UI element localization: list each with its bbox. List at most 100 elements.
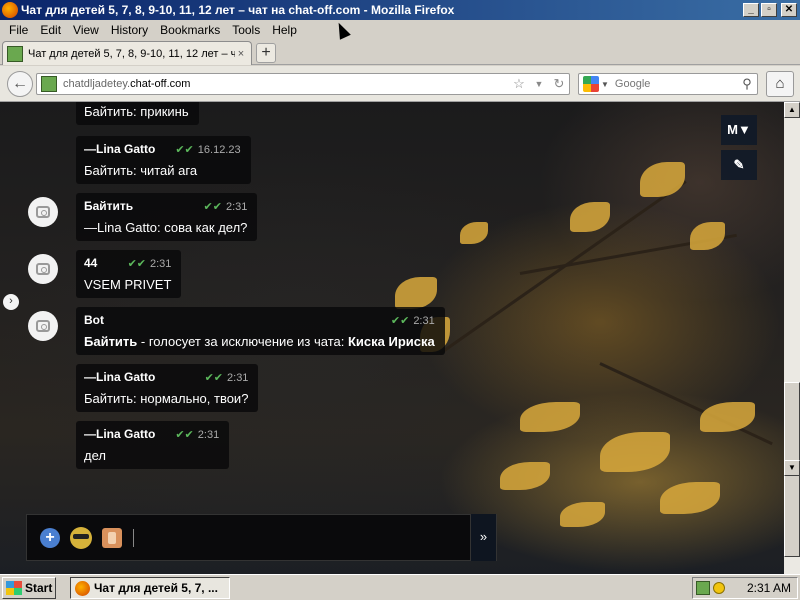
firefox-icon (75, 580, 90, 596)
start-label: Start (25, 581, 53, 595)
firefox-icon (2, 2, 18, 18)
background-leaf (395, 277, 437, 309)
tab-close-icon[interactable]: × (235, 48, 247, 60)
url-dropdown-icon[interactable]: ▼ (529, 79, 549, 89)
message-text: дел (84, 448, 106, 463)
taskbar-task-label: Чат для детей 5, 7, ... (94, 581, 218, 595)
message-author[interactable]: 44 (84, 256, 97, 270)
message-bubble: Байтить ✔✔ 2:31 —Lina Gatto: сова как дел? (76, 193, 258, 241)
menu-history[interactable]: History (105, 23, 154, 37)
message-composer: + » (26, 514, 497, 561)
message-bubble: Байтить: прикинь (76, 102, 199, 125)
avatar[interactable] (28, 197, 58, 227)
message-author[interactable]: —Lina Gatto (84, 370, 155, 384)
private-message-icon[interactable] (102, 527, 122, 548)
message-time: 2:31 (227, 371, 249, 384)
minimize-button[interactable]: _ (743, 3, 759, 17)
url-domain: chat-off.com (130, 78, 191, 90)
background-leaf (520, 402, 580, 432)
vertical-scrollbar[interactable]: ▲ ▼ (784, 102, 800, 574)
menu-edit[interactable]: Edit (34, 23, 67, 37)
navigation-bar: ← chatdljadetey.chat-off.com ☆ ▼ ↻ ▼ ⚲ ⌂ (0, 66, 800, 102)
chat-message: 44 ✔✔ 2:31 VSEM PRIVET (28, 250, 182, 298)
avatar[interactable] (28, 311, 58, 341)
start-button[interactable]: Start (2, 577, 56, 599)
message-time: 2:31 (413, 314, 435, 327)
menu-help[interactable]: Help (266, 23, 303, 37)
search-input[interactable] (614, 78, 737, 90)
avatar-placeholder (28, 421, 58, 469)
background-leaf (560, 502, 605, 527)
delivered-check-icon: ✔✔ (175, 428, 194, 441)
message-author[interactable]: Байтить (84, 199, 133, 213)
background-leaf (640, 162, 685, 197)
clock: 2:31 AM (746, 581, 791, 595)
message-bubble: —Lina Gatto ✔✔ 2:31 Байтить: нормально, тв… (76, 364, 259, 412)
scroll-down-button[interactable]: ▼ (784, 460, 800, 476)
expand-sidebar-button[interactable]: › (3, 294, 19, 310)
tray-app-icon[interactable] (712, 582, 725, 594)
home-button[interactable]: ⌂ (766, 71, 794, 97)
menu-bar: File Edit View History Bookmarks Tools H… (0, 20, 800, 39)
url-prefix: chatdljadetey. (63, 78, 131, 90)
menu-bookmarks[interactable]: Bookmarks (154, 23, 226, 37)
background-leaf (660, 482, 720, 514)
bookmark-star-icon[interactable]: ☆ (509, 76, 529, 92)
message-author[interactable]: —Lina Gatto (84, 427, 155, 441)
message-text: Байтить - голосует за исключение из чата… (84, 334, 435, 349)
google-engine-icon[interactable] (583, 76, 599, 92)
background-leaf (600, 432, 670, 472)
message-author[interactable]: Bot (84, 313, 104, 327)
camera-icon (36, 263, 50, 275)
message-bubble: —Lina Gatto ✔✔ 16.12.23 Байтить: читай ага (76, 136, 251, 184)
message-bubble: Bot ✔✔ 2:31 Байтить - голосует за исключен… (76, 307, 445, 355)
eraser-button[interactable]: ✎ (721, 150, 757, 180)
text-caret (133, 528, 134, 547)
menu-view[interactable]: View (67, 23, 105, 37)
menu-dropdown-button[interactable]: M▼ (721, 115, 757, 145)
message-time: 2:31 (197, 428, 220, 441)
voter-name[interactable]: Байтить (84, 334, 137, 349)
background-leaf (460, 222, 488, 244)
message-text: —Lina Gatto: сова как дел? (84, 220, 248, 235)
tab-label: Чат для детей 5, 7, 8, 9-10, 11, 12 лет … (28, 47, 235, 60)
tab-chat[interactable]: Чат для детей 5, 7, 8, 9-10, 11, 12 лет … (2, 41, 252, 65)
menu-tools[interactable]: Tools (226, 23, 266, 37)
home-icon: ⌂ (775, 75, 785, 92)
chat-message: Байтить ✔✔ 2:31 —Lina Gatto: сова как дел? (28, 193, 258, 241)
add-attachment-button[interactable]: + (40, 527, 60, 548)
window-title-bar: Чат для детей 5, 7, 8, 9-10, 11, 12 лет … (0, 0, 800, 20)
scroll-up-button[interactable]: ▲ (784, 102, 800, 118)
maximize-button[interactable]: ▫ (761, 3, 777, 17)
menu-file[interactable]: File (3, 23, 34, 37)
chat-message: —Lina Gatto ✔✔ 2:31 Байтить: нормально, тв… (28, 364, 259, 412)
background-leaf (700, 402, 755, 432)
delivered-check-icon: ✔✔ (390, 314, 410, 327)
message-bubble: —Lina Gatto ✔✔ 2:31 дел (76, 421, 230, 469)
engine-dropdown-icon[interactable]: ▼ (601, 80, 609, 89)
reload-icon[interactable]: ↻ (549, 76, 569, 92)
taskbar-firefox-button[interactable]: Чат для детей 5, 7, ... (70, 577, 230, 599)
new-tab-button[interactable]: + (256, 43, 276, 63)
url-bar[interactable]: chatdljadetey.chat-off.com ☆ ▼ ↻ (36, 73, 570, 95)
background-leaf (570, 202, 610, 232)
message-author[interactable]: —Lina Gatto (84, 142, 155, 156)
delivered-check-icon: ✔✔ (175, 143, 194, 156)
search-icon[interactable]: ⚲ (737, 76, 757, 92)
back-button[interactable]: ← (7, 71, 33, 97)
network-icon[interactable] (695, 581, 710, 595)
site-identity-icon[interactable] (41, 76, 57, 92)
message-bubble: 44 ✔✔ 2:31 VSEM PRIVET (76, 250, 182, 298)
message-text: Байтить: читай ага (84, 163, 198, 178)
vote-text: - голосует за исключение из чата: (137, 334, 348, 349)
emoji-icon[interactable] (70, 526, 92, 549)
avatar[interactable] (28, 254, 58, 284)
close-button[interactable]: ✕ (781, 3, 797, 17)
voted-user-name[interactable]: Киска Ириска (348, 334, 435, 349)
message-time: 2:31 (225, 200, 248, 213)
camera-icon (36, 206, 50, 218)
send-button[interactable]: » (470, 514, 496, 561)
search-bar: ▼ ⚲ (578, 73, 758, 95)
url-text[interactable]: chatdljadetey.chat-off.com (63, 78, 509, 90)
windows-logo-icon (6, 581, 22, 595)
